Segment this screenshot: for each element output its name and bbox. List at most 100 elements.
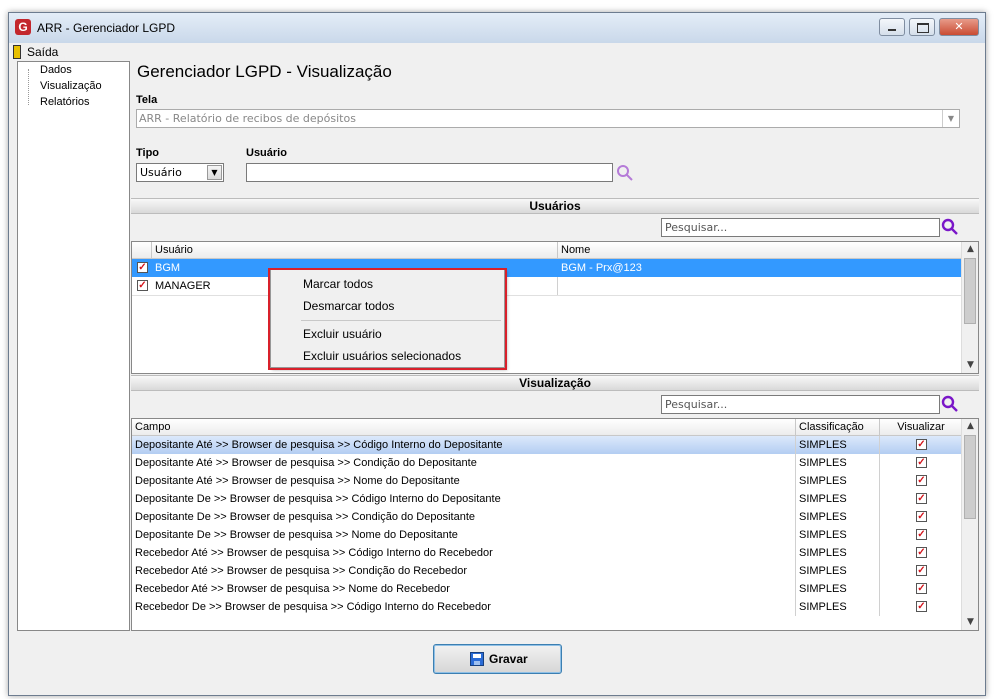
cell-classificacao: SIMPLES	[796, 580, 880, 598]
cell-classificacao: SIMPLES	[796, 508, 880, 526]
table-row[interactable]: Depositante Até >> Browser de pesquisa >…	[132, 472, 962, 490]
row-checkbox[interactable]: ✓	[137, 280, 148, 291]
cell-campo: Depositante De >> Browser de pesquisa >>…	[132, 526, 796, 544]
visualizar-checkbox[interactable]: ✓	[916, 439, 927, 450]
usuarios-table-header: Usuário Nome	[132, 242, 962, 259]
tree-item-visualizacao[interactable]: Visualização	[40, 80, 102, 92]
visualizar-checkbox[interactable]: ✓	[916, 493, 927, 504]
cell-campo: Depositante De >> Browser de pesquisa >>…	[132, 490, 796, 508]
search-icon[interactable]	[616, 164, 634, 182]
cell-campo: Depositante De >> Browser de pesquisa >>…	[132, 508, 796, 526]
visualizar-checkbox[interactable]: ✓	[916, 511, 927, 522]
table-row[interactable]: Depositante De >> Browser de pesquisa >>…	[132, 508, 962, 526]
cell-classificacao: SIMPLES	[796, 526, 880, 544]
app-logo-icon: G	[15, 19, 31, 35]
cell-classificacao: SIMPLES	[796, 562, 880, 580]
scroll-thumb[interactable]	[964, 435, 976, 519]
usuarios-table: Usuário Nome ✓ BGM BGM - Prx@123 ✓ MANAG…	[131, 241, 979, 374]
cell-classificacao: SIMPLES	[796, 490, 880, 508]
tree-item-relatorios[interactable]: Relatórios	[40, 96, 90, 108]
window-title: ARR - Gerenciador LGPD	[37, 21, 176, 35]
maximize-button[interactable]	[909, 18, 935, 36]
visualizacao-scrollbar[interactable]: ▲ ▼	[961, 419, 978, 630]
scroll-up-icon[interactable]: ▲	[962, 242, 978, 256]
cell-classificacao: SIMPLES	[796, 436, 880, 454]
cell-campo: Recebedor Até >> Browser de pesquisa >> …	[132, 544, 796, 562]
visualizar-checkbox[interactable]: ✓	[916, 529, 927, 540]
table-row[interactable]: ✓ BGM BGM - Prx@123	[132, 259, 962, 277]
save-button-label: Gravar	[489, 652, 528, 666]
floppy-disk-icon	[470, 652, 484, 666]
column-header-visualizar[interactable]: Visualizar	[880, 419, 962, 435]
tipo-label: Tipo	[136, 147, 160, 159]
table-row[interactable]: Depositante De >> Browser de pesquisa >>…	[132, 490, 962, 508]
table-row[interactable]: Recebedor Até >> Browser de pesquisa >> …	[132, 544, 962, 562]
visualizar-checkbox[interactable]: ✓	[916, 565, 927, 576]
usuarios-section-header: Usuários	[131, 198, 979, 214]
visualizacao-search-input[interactable]: Pesquisar...	[661, 395, 940, 414]
maximize-icon	[917, 23, 929, 33]
minimize-button[interactable]	[879, 18, 905, 36]
search-icon[interactable]	[941, 395, 959, 413]
cell-visualizar: ✓	[880, 508, 962, 526]
scroll-down-icon[interactable]: ▼	[962, 615, 978, 629]
cell-visualizar: ✓	[880, 526, 962, 544]
scroll-thumb[interactable]	[964, 258, 976, 324]
column-header-campo[interactable]: Campo	[132, 419, 796, 435]
visualizacao-section-header: Visualização	[131, 375, 979, 391]
usuario-label: Usuário	[246, 147, 287, 159]
tela-select[interactable]: ARR - Relatório de recibos de depósitos …	[136, 109, 960, 128]
cell-visualizar: ✓	[880, 580, 962, 598]
cell-classificacao: SIMPLES	[796, 472, 880, 490]
chevron-down-icon[interactable]: ▼	[207, 165, 222, 180]
column-header-classificacao[interactable]: Classificação	[796, 419, 880, 435]
column-header-nome[interactable]: Nome	[558, 242, 962, 258]
tree-item-dados[interactable]: Dados	[40, 64, 72, 76]
visualizar-checkbox[interactable]: ✓	[916, 475, 927, 486]
menu-bar: Saída	[9, 43, 985, 61]
cell-visualizar: ✓	[880, 544, 962, 562]
table-row[interactable]: Depositante Até >> Browser de pesquisa >…	[132, 436, 962, 454]
visualizacao-table-header: Campo Classificação Visualizar	[132, 419, 962, 436]
row-checkbox[interactable]: ✓	[137, 262, 148, 273]
visualizar-checkbox[interactable]: ✓	[916, 457, 927, 468]
scroll-up-icon[interactable]: ▲	[962, 419, 978, 433]
table-row[interactable]: Depositante Até >> Browser de pesquisa >…	[132, 454, 962, 472]
cell-campo: Recebedor Até >> Browser de pesquisa >> …	[132, 580, 796, 598]
close-icon: ✕	[954, 20, 964, 33]
column-header-usuario[interactable]: Usuário	[152, 242, 558, 258]
visualizar-checkbox[interactable]: ✓	[916, 583, 927, 594]
cell-classificacao: SIMPLES	[796, 544, 880, 562]
usuarios-search-input[interactable]: Pesquisar...	[661, 218, 940, 237]
scroll-down-icon[interactable]: ▼	[962, 358, 978, 372]
visualizar-checkbox[interactable]: ✓	[916, 601, 927, 612]
cell-visualizar: ✓	[880, 562, 962, 580]
usuarios-scrollbar[interactable]: ▲ ▼	[961, 242, 978, 373]
app-window: G ARR - Gerenciador LGPD ✕ Saída Dados V…	[8, 12, 986, 696]
table-row[interactable]: Recebedor De >> Browser de pesquisa >> C…	[132, 598, 962, 616]
tree-connector	[28, 69, 30, 105]
cell-campo: Depositante Até >> Browser de pesquisa >…	[132, 472, 796, 490]
visualizar-checkbox[interactable]: ✓	[916, 547, 927, 558]
table-row[interactable]: Recebedor Até >> Browser de pesquisa >> …	[132, 580, 962, 598]
cell-visualizar: ✓	[880, 490, 962, 508]
cell-nome	[558, 277, 962, 295]
table-row[interactable]: ✓ MANAGER	[132, 277, 962, 296]
search-icon[interactable]	[941, 218, 959, 236]
close-button[interactable]: ✕	[939, 18, 979, 36]
title-bar[interactable]: G ARR - Gerenciador LGPD ✕	[9, 13, 985, 44]
cell-nome: BGM - Prx@123	[561, 262, 642, 274]
menu-exit[interactable]: Saída	[27, 45, 58, 59]
cell-visualizar: ✓	[880, 436, 962, 454]
table-row[interactable]: Recebedor Até >> Browser de pesquisa >> …	[132, 562, 962, 580]
cell-campo: Depositante Até >> Browser de pesquisa >…	[132, 436, 796, 454]
cell-visualizar: ✓	[880, 598, 962, 616]
save-button[interactable]: Gravar	[433, 644, 562, 674]
tipo-select[interactable]: Usuário ▼	[136, 163, 224, 182]
tela-value: ARR - Relatório de recibos de depósitos	[139, 112, 356, 125]
usuario-input[interactable]	[246, 163, 613, 182]
table-row[interactable]: Depositante De >> Browser de pesquisa >>…	[132, 526, 962, 544]
minimize-icon	[888, 29, 896, 31]
chevron-down-icon[interactable]: ▼	[942, 110, 959, 127]
tipo-value: Usuário	[140, 166, 182, 179]
